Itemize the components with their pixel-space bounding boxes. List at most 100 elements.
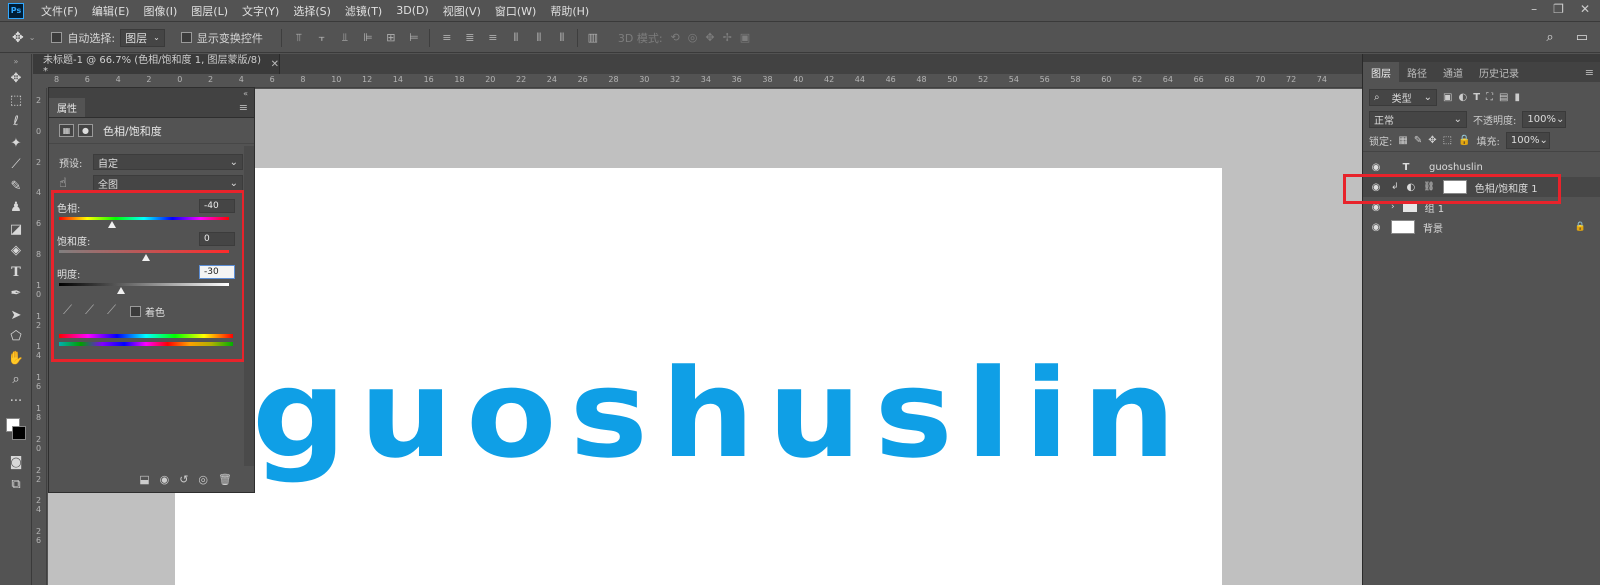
- menu-window[interactable]: 窗口(W): [488, 3, 543, 19]
- close-icon[interactable]: ✕: [271, 59, 279, 70]
- mask-icon[interactable]: ●: [78, 124, 93, 137]
- shape-tool-icon[interactable]: ⬠: [0, 326, 32, 348]
- opacity-input[interactable]: 100% ⌄: [1522, 110, 1567, 128]
- panel-scrollbar[interactable]: [244, 146, 254, 466]
- range-dropdown[interactable]: 全图 ⌄: [93, 175, 243, 191]
- minimize-icon[interactable]: –: [1531, 2, 1537, 16]
- distribute-top-icon[interactable]: ≡: [440, 31, 454, 44]
- menu-3d[interactable]: 3D(D): [389, 4, 436, 17]
- search-icon[interactable]: ⌕: [1546, 30, 1553, 45]
- filter-pixel-icon[interactable]: ▣: [1443, 92, 1452, 103]
- vertical-ruler[interactable]: 2 0 2 4 6 8 1 0 1 2 1 4 1 6 1 8 2 0 2 2 2 4 2 6: [33, 88, 47, 585]
- chevron-down-icon[interactable]: ⌄: [29, 33, 36, 42]
- panel-menu-icon[interactable]: ≡: [1585, 62, 1600, 82]
- filter-shape-icon[interactable]: ⛶: [1486, 92, 1493, 103]
- hand-tool-icon[interactable]: ✋: [0, 348, 32, 370]
- fill-input[interactable]: 100% ⌄: [1505, 132, 1550, 149]
- align-vcenter-icon[interactable]: ⫟: [315, 31, 329, 44]
- distribute-bottom-icon[interactable]: ≡: [486, 31, 500, 44]
- show-transform-checkbox[interactable]: [180, 32, 192, 43]
- menu-view[interactable]: 视图(V): [436, 3, 488, 19]
- 3d-slide-icon[interactable]: ✢: [723, 31, 732, 44]
- menu-edit[interactable]: 编辑(E): [85, 3, 137, 19]
- menu-filter[interactable]: 滤镜(T): [338, 3, 389, 19]
- align-left-icon[interactable]: ⊫: [361, 31, 375, 44]
- adjustment-icon[interactable]: ▦: [59, 124, 74, 137]
- zoom-tool-icon[interactable]: ⌕: [0, 369, 32, 391]
- collapse-icon[interactable]: «: [243, 89, 248, 98]
- reset-icon[interactable]: ↺: [179, 473, 188, 486]
- move-tool-icon[interactable]: ✥: [0, 68, 32, 90]
- clip-to-layer-icon[interactable]: ⬓: [139, 473, 149, 486]
- panel-grip[interactable]: «: [49, 88, 254, 98]
- menu-type[interactable]: 文字(Y): [235, 3, 286, 19]
- blend-mode-dropdown[interactable]: 正常 ⌄: [1369, 110, 1467, 128]
- tab-channels[interactable]: 通道: [1435, 62, 1471, 82]
- eye-icon[interactable]: ◉: [1369, 162, 1383, 173]
- workspace-icon[interactable]: ▭: [1576, 30, 1588, 45]
- bucket-tool-icon[interactable]: ◈: [0, 240, 32, 262]
- tab-layers[interactable]: 图层: [1363, 62, 1399, 82]
- screen-mode-icon[interactable]: ⧉: [0, 474, 32, 496]
- canvas-text-layer[interactable]: guoshuslin: [252, 353, 1189, 475]
- move-tool-icon[interactable]: ✥: [12, 30, 24, 46]
- menu-help[interactable]: 帮助(H): [543, 3, 596, 19]
- layer-row-background[interactable]: ◉ 背景 🔒: [1363, 217, 1600, 237]
- horizontal-ruler[interactable]: 8 6 4 2 0 2 4 6 8 10 12 14 16 18 20 22 24 26 28 30 32 34 36 38 4…: [48, 74, 1362, 88]
- 3d-roll-icon[interactable]: ◎: [688, 31, 698, 44]
- filter-adjustment-icon[interactable]: ◐: [1458, 92, 1467, 103]
- lock-pixels-icon[interactable]: ✎: [1414, 135, 1422, 146]
- background-color-icon[interactable]: [12, 426, 26, 440]
- magic-wand-tool-icon[interactable]: ✦: [0, 133, 32, 155]
- lock-position-icon[interactable]: ✥: [1428, 135, 1436, 146]
- menu-image[interactable]: 图像(I): [136, 3, 184, 19]
- lock-all-icon[interactable]: 🔒: [1458, 135, 1470, 146]
- filter-smart-icon[interactable]: ▤: [1499, 92, 1508, 103]
- eyedropper-tool-icon[interactable]: ⟋: [0, 154, 32, 176]
- filter-toggle-icon[interactable]: ▮: [1514, 92, 1520, 103]
- align-right-icon[interactable]: ⊨: [407, 31, 421, 44]
- view-previous-icon[interactable]: ◉: [160, 473, 170, 486]
- menu-layer[interactable]: 图层(L): [184, 3, 235, 19]
- eraser-tool-icon[interactable]: ◪: [0, 219, 32, 241]
- lock-transparent-icon[interactable]: ▦: [1398, 135, 1407, 146]
- tab-properties[interactable]: 属性: [49, 98, 85, 117]
- 3d-drag-icon[interactable]: ✥: [705, 31, 714, 44]
- filter-kind-dropdown[interactable]: ⌕ 类型 ⌄: [1369, 88, 1437, 106]
- document-tab[interactable]: 未标题-1 @ 66.7% (色相/饱和度 1, 图层蒙版/8) * ✕: [33, 54, 280, 77]
- lock-artboard-icon[interactable]: ⬚: [1443, 135, 1452, 146]
- preset-dropdown[interactable]: 自定 ⌄: [93, 154, 243, 170]
- close-icon[interactable]: ✕: [1580, 2, 1590, 16]
- auto-select-checkbox[interactable]: [51, 32, 63, 43]
- eye-icon[interactable]: ◉: [1369, 222, 1383, 233]
- lasso-tool-icon[interactable]: ℓ: [0, 111, 32, 133]
- brush-tool-icon[interactable]: ✎: [0, 176, 32, 198]
- align-top-icon[interactable]: ⫪: [292, 31, 306, 44]
- distribute-left-icon[interactable]: ⦀: [509, 31, 523, 44]
- menu-select[interactable]: 选择(S): [286, 3, 338, 19]
- distribute-hcenter-icon[interactable]: ⦀: [532, 31, 546, 44]
- distribute-vcenter-icon[interactable]: ≣: [463, 31, 477, 44]
- auto-select-dropdown[interactable]: 图层 ⌄: [120, 28, 165, 47]
- delete-icon[interactable]: 🗑: [218, 473, 232, 486]
- quick-mask-icon[interactable]: ◙: [0, 452, 32, 474]
- path-select-tool-icon[interactable]: ➤: [0, 305, 32, 327]
- marquee-tool-icon[interactable]: ⬚: [0, 90, 32, 112]
- align-bottom-icon[interactable]: ⫫: [338, 31, 352, 44]
- pen-tool-icon[interactable]: ✒: [0, 283, 32, 305]
- distribute-right-icon[interactable]: ⦀: [555, 31, 569, 44]
- stamp-tool-icon[interactable]: ♟: [0, 197, 32, 219]
- 3d-scale-icon[interactable]: ▣: [740, 31, 750, 44]
- tab-history[interactable]: 历史记录: [1471, 62, 1527, 82]
- collapse-icon[interactable]: »: [0, 54, 32, 68]
- panel-menu-icon[interactable]: ≡: [239, 98, 254, 117]
- tab-paths[interactable]: 路径: [1399, 62, 1435, 82]
- menu-file[interactable]: 文件(F): [34, 3, 85, 19]
- targeted-adjust-icon[interactable]: ☝: [59, 176, 89, 191]
- color-swatches[interactable]: [0, 412, 32, 452]
- visibility-icon[interactable]: ◎: [198, 473, 208, 486]
- restore-icon[interactable]: ❐: [1553, 2, 1564, 16]
- align-hcenter-icon[interactable]: ⊞: [384, 31, 398, 44]
- type-tool-icon[interactable]: T: [0, 262, 32, 284]
- auto-align-icon[interactable]: ▥: [586, 31, 600, 44]
